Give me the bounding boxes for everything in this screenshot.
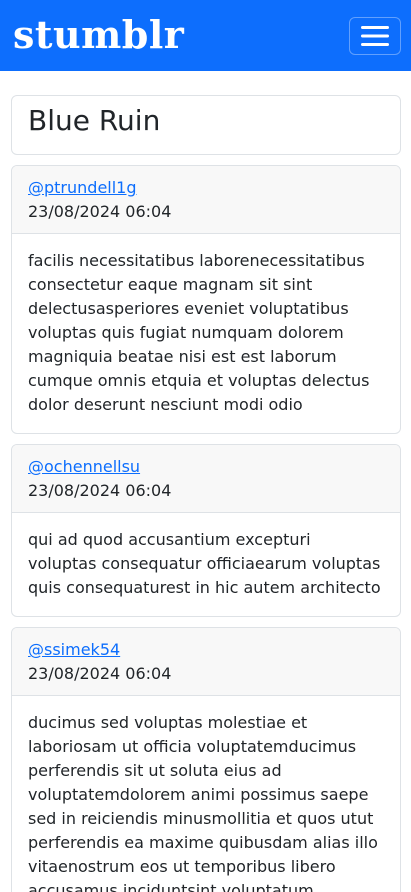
top-navbar: stumblr <box>0 0 411 71</box>
post-body: qui ad quod accusantium excepturi volupt… <box>28 530 381 597</box>
post-header: @ptrundell1g 23/08/2024 06:04 <box>12 166 400 234</box>
post-username-link[interactable]: @ochennellsu <box>28 455 140 479</box>
post-header: @ochennellsu 23/08/2024 06:04 <box>12 445 400 513</box>
post-timestamp: 23/08/2024 06:04 <box>28 202 172 221</box>
post-card: @ssimek54 23/08/2024 06:04 ducimus sed v… <box>11 627 401 892</box>
post-timestamp: 23/08/2024 06:04 <box>28 481 172 500</box>
post-timestamp: 23/08/2024 06:04 <box>28 664 172 683</box>
hamburger-menu-icon <box>361 25 389 46</box>
post-header: @ssimek54 23/08/2024 06:04 <box>12 628 400 696</box>
post-username-link[interactable]: @ptrundell1g <box>28 176 137 200</box>
title-card: Blue Ruin <box>11 95 401 155</box>
post-body: ducimus sed voluptas molestiae et labori… <box>28 713 378 892</box>
post-username-link[interactable]: @ssimek54 <box>28 638 120 662</box>
post-body: facilis necessitatibus laborenecessitati… <box>28 251 370 414</box>
main-content: Blue Ruin @ptrundell1g 23/08/2024 06:04 … <box>0 71 411 892</box>
menu-toggle-button[interactable] <box>349 16 401 55</box>
post-card: @ptrundell1g 23/08/2024 06:04 facilis ne… <box>11 165 401 434</box>
page-title: Blue Ruin <box>28 104 161 137</box>
post-card: @ochennellsu 23/08/2024 06:04 qui ad quo… <box>11 444 401 617</box>
brand-logo[interactable]: stumblr <box>13 16 184 54</box>
